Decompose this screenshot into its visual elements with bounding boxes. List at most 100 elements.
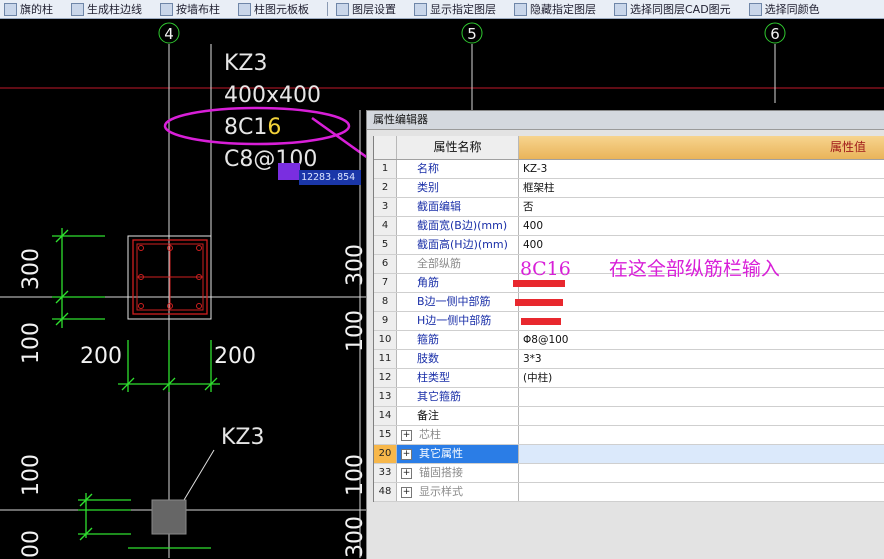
property-row-h-side-bar[interactable]: 9 H边一侧中部筋 [374,312,884,331]
expand-icon[interactable]: + [401,467,412,479]
row-value[interactable]: Φ8@100 [519,331,884,349]
annotation-text: 在这全部纵筋栏输入 [608,258,780,280]
dimension-bottom [118,340,220,392]
row-value[interactable] [519,388,884,406]
property-row-other-stirrup[interactable]: 13 其它箍筋 [374,388,884,407]
toolbar: 旗的柱 生成柱边线 按墙布柱 柱图元板板 图层设置 显示指定图层 隐藏指定图层 … [0,0,884,19]
dimension-left [52,228,105,328]
toolbar-label: 按墙布柱 [176,3,220,16]
property-row-other-properties[interactable]: 20 + 其它属性 [374,445,884,464]
dim-left-00: 00 [19,530,44,558]
property-editor-title: 属性编辑器 [367,111,884,130]
column-name-label: KZ3 [224,51,268,76]
property-row-core-column[interactable]: 15 + 芯柱 [374,426,884,445]
toolbar-button-0[interactable]: 旗的柱 [0,1,57,17]
row-value[interactable]: 400 [519,236,884,254]
row-key: 截面高(H边)(mm) [397,236,519,254]
row-value[interactable] [519,464,884,482]
toolbar-button-4[interactable]: 图层设置 [332,1,400,17]
property-row-category[interactable]: 2 类别 框架柱 [374,179,884,198]
row-index: 10 [374,331,397,349]
row-value[interactable]: (中柱) [519,369,884,387]
toolbar-button-6[interactable]: 隐藏指定图层 [510,1,600,17]
row-index: 12 [374,369,397,387]
dim-bottom-200-left: 200 [80,344,122,369]
axis-4-label: 4 [164,25,174,43]
property-editor[interactable]: 属性编辑器 属性名称 属性值 1 名称 KZ-3 2 类别 框架柱 3 截面编辑… [366,110,884,559]
row-index: 3 [374,198,397,216]
row-value[interactable]: 400 [519,217,884,235]
cursor-highlight [278,163,300,180]
toolbar-label: 隐藏指定图层 [530,3,596,16]
toolbar-button-2[interactable]: 按墙布柱 [156,1,224,17]
row-key: 截面编辑 [397,198,519,216]
dim-bottom-200-right: 200 [214,344,256,369]
header-property-value: 属性值 [519,136,884,159]
toolbar-label: 选择同颜色 [764,3,820,16]
expand-icon[interactable]: + [401,429,412,441]
row-key: 全部纵筋 [397,255,519,273]
row-value[interactable]: KZ-3 [519,160,884,178]
second-column-label: KZ3 [221,425,265,450]
row-value[interactable]: 否 [519,198,884,216]
tool-icon [4,2,17,16]
dim-mid-300-lower: 300 [343,516,368,558]
row-index: 20 [374,445,397,463]
annotation-value: 8C16 [520,258,571,280]
property-row-anchorage[interactable]: 33 + 锚固搭接 [374,464,884,483]
row-value[interactable] [519,426,884,444]
row-key: 角筋 [397,274,519,292]
column-size-label: 400x400 [224,83,321,108]
stirrup-prefix: C8@ [224,147,275,172]
property-row-section-edit[interactable]: 3 截面编辑 否 [374,198,884,217]
dimension-lower [78,493,131,541]
header-index [374,136,397,159]
column-rebar-label: 8C16 [224,115,281,140]
layer-hide-icon [514,2,527,16]
toolbar-button-3[interactable]: 柱图元板板 [234,1,313,17]
row-value[interactable] [519,312,884,330]
toolbar-button-7[interactable]: 选择同图层CAD图元 [610,1,735,17]
row-key: 截面宽(B边)(mm) [397,217,519,235]
toolbar-divider [327,2,328,16]
row-value[interactable]: 框架柱 [519,179,884,197]
expand-icon[interactable]: + [401,486,412,498]
row-value[interactable]: 3*3 [519,350,884,368]
row-key: 柱类型 [397,369,519,387]
toolbar-button-8[interactable]: 选择同颜色 [745,1,824,17]
column-section[interactable] [127,235,212,320]
property-grid[interactable]: 属性名称 属性值 1 名称 KZ-3 2 类别 框架柱 3 截面编辑 否 4 截… [373,136,884,502]
property-row-legs[interactable]: 11 肢数 3*3 [374,350,884,369]
property-row-b-side-bar[interactable]: 8 B边一侧中部筋 [374,293,884,312]
row-key: 类别 [397,179,519,197]
property-row-section-height[interactable]: 5 截面高(H边)(mm) 400 [374,236,884,255]
row-key: H边一侧中部筋 [397,312,519,330]
row-value[interactable] [519,445,884,463]
dim-left-300: 300 [19,248,44,290]
toolbar-button-5[interactable]: 显示指定图层 [410,1,500,17]
row-index: 9 [374,312,397,330]
property-row-column-type[interactable]: 12 柱类型 (中柱) [374,369,884,388]
row-index: 2 [374,179,397,197]
row-key: 名称 [397,160,519,178]
property-row-remark[interactable]: 14 备注 [374,407,884,426]
row-index: 4 [374,217,397,235]
row-index: 6 [374,255,397,273]
property-row-section-width[interactable]: 4 截面宽(B边)(mm) 400 [374,217,884,236]
row-key: + 显示样式 [397,483,519,501]
property-row-stirrup[interactable]: 10 箍筋 Φ8@100 [374,331,884,350]
layer-icon [336,2,349,16]
row-value[interactable] [519,407,884,425]
expand-icon[interactable]: + [401,448,412,460]
toolbar-button-1[interactable]: 生成柱边线 [67,1,146,17]
property-row-name[interactable]: 1 名称 KZ-3 [374,160,884,179]
property-row-display-style[interactable]: 48 + 显示样式 [374,483,884,502]
row-value[interactable] [515,293,884,311]
dim-mid-300: 300 [343,244,368,286]
second-column-block[interactable] [151,499,187,535]
row-key: 备注 [397,407,519,425]
row-index: 13 [374,388,397,406]
row-value[interactable] [519,483,884,501]
row-key: + 锚固搭接 [397,464,519,482]
toolbar-label: 柱图元板板 [254,3,309,16]
